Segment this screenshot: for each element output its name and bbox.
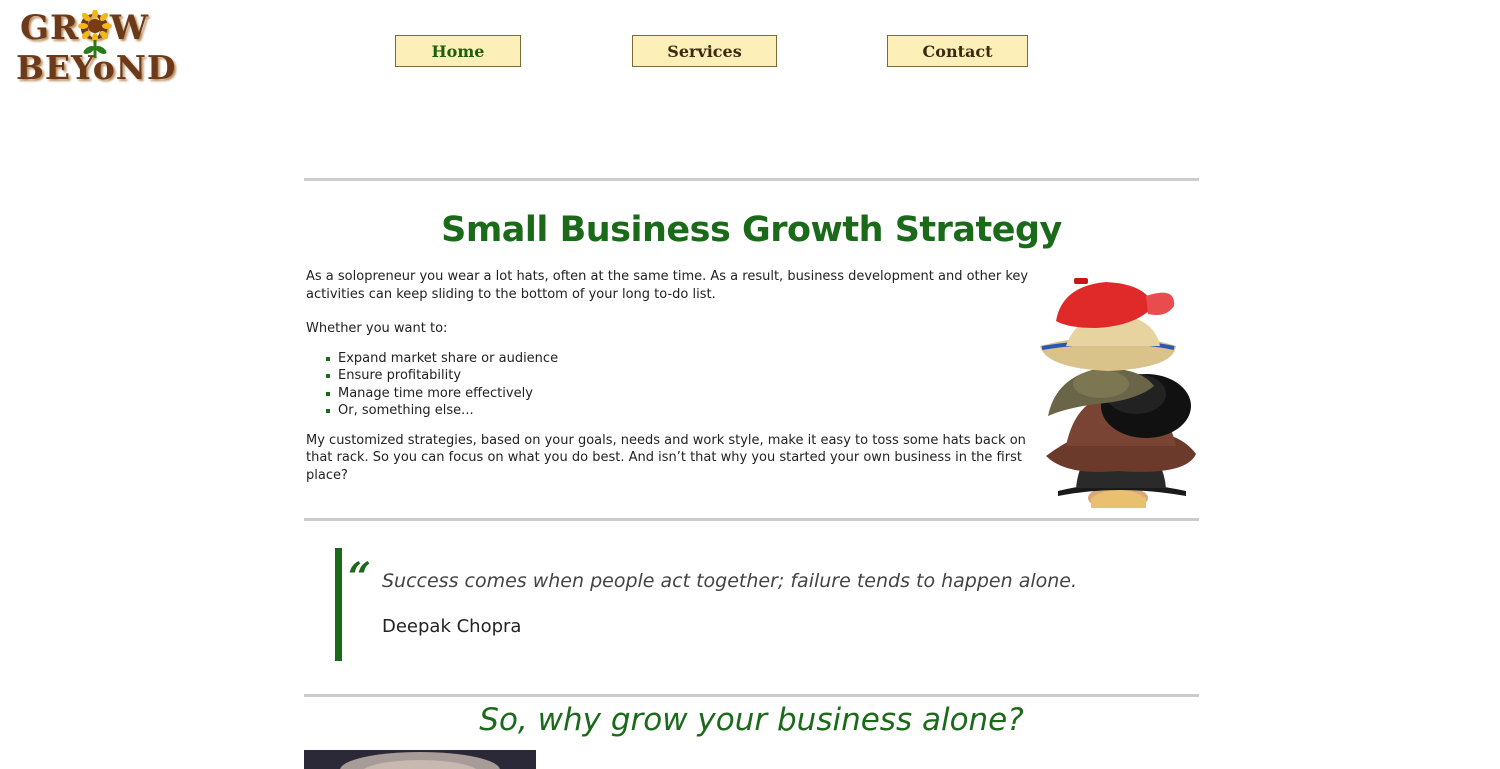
divider xyxy=(304,694,1199,697)
sunflower-icon xyxy=(78,10,112,58)
quote-bar xyxy=(335,548,342,661)
closing-paragraph: My customized strategies, based on your … xyxy=(306,432,1026,483)
goals-list: Expand market share or audience Ensure p… xyxy=(306,350,1034,420)
nav-home-button[interactable]: Home xyxy=(395,35,521,67)
list-item: Or, something else... xyxy=(326,402,1034,420)
list-item: Manage time more effectively xyxy=(326,385,1034,403)
list-item: Ensure profitability xyxy=(326,367,1034,385)
portrait-graphic xyxy=(304,750,536,769)
stacked-hats-image xyxy=(1040,278,1196,508)
quote-author: Deepak Chopra xyxy=(382,616,522,637)
page-title: Small Business Growth Strategy xyxy=(441,210,1062,250)
site-logo[interactable]: GROW BEYoND xyxy=(16,8,176,88)
nav-contact-button[interactable]: Contact xyxy=(887,35,1028,67)
quote-text: Success comes when people act together; … xyxy=(382,570,1078,592)
divider xyxy=(304,518,1199,521)
quote-mark-icon: “ xyxy=(348,554,372,601)
divider xyxy=(304,178,1199,181)
nav-services-button[interactable]: Services xyxy=(632,35,777,67)
section-title: So, why grow your business alone? xyxy=(479,702,1024,738)
intro-content: As a solopreneur you wear a lot hats, of… xyxy=(306,268,1034,484)
portrait-image xyxy=(304,750,536,769)
lead-paragraph: Whether you want to: xyxy=(306,321,448,336)
intro-paragraph: As a solopreneur you wear a lot hats, of… xyxy=(306,269,1029,302)
list-item: Expand market share or audience xyxy=(326,350,1034,368)
